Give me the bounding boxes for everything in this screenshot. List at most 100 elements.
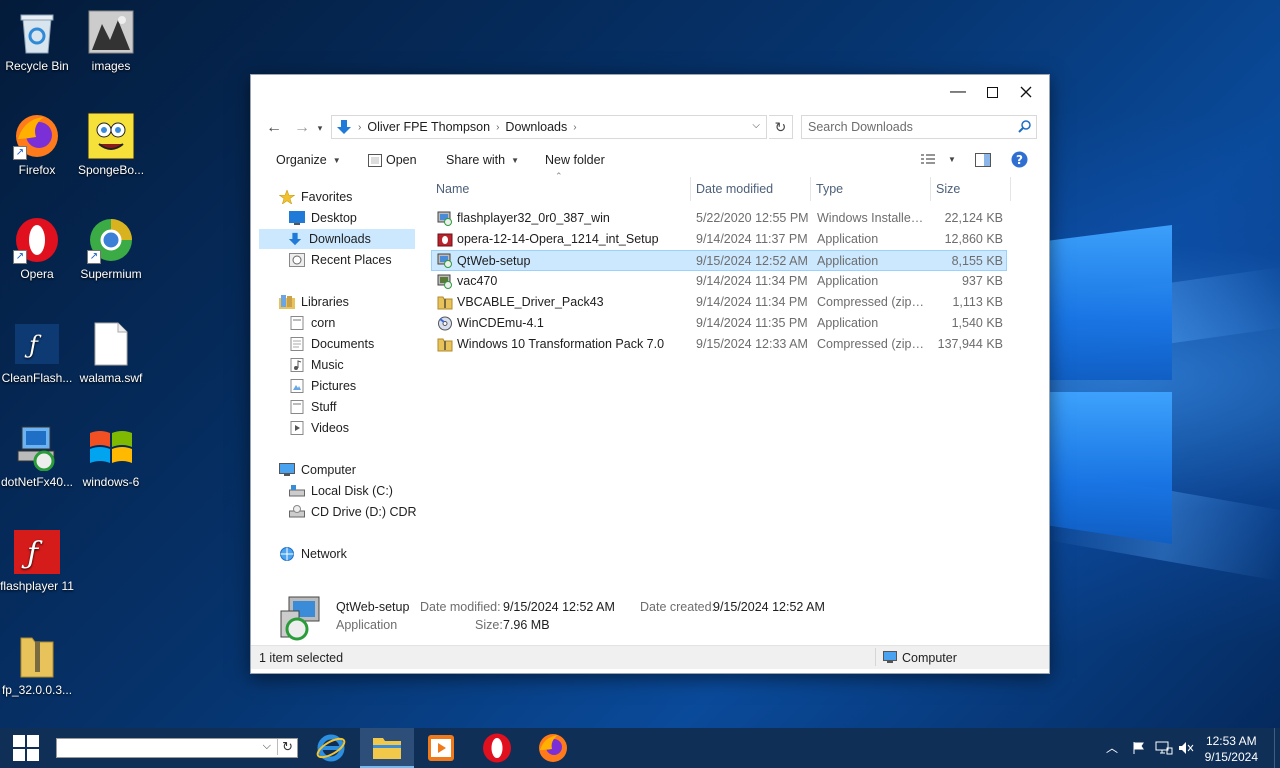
nav-network[interactable]: Network — [279, 544, 347, 564]
minimize-button[interactable]: — — [941, 75, 975, 109]
nav-library-corn[interactable]: corn — [289, 313, 335, 333]
nav-libraries[interactable]: Libraries — [279, 292, 349, 312]
clock[interactable]: 12:53 AM 9/15/2024 — [1205, 733, 1258, 765]
recent-places-icon — [289, 253, 305, 267]
volume-muted-icon[interactable] — [1178, 741, 1194, 755]
status-zone: Computer — [902, 651, 957, 665]
file-row[interactable]: vac470 9/14/2024 11:34 PM Application 93… — [431, 271, 1007, 292]
details-pane: QtWeb-setup Application Date modified: 9… — [251, 595, 1049, 643]
zip-folder-icon — [437, 338, 453, 352]
column-header-size[interactable]: Size — [931, 177, 1011, 201]
column-header-type[interactable]: Type — [811, 177, 931, 201]
taskbar-media-player[interactable] — [414, 728, 468, 768]
computer-icon — [883, 651, 897, 663]
file-row[interactable]: flashplayer32_0r0_387_win 5/22/2020 12:5… — [431, 208, 1007, 229]
new-folder-button[interactable]: New folder — [545, 153, 605, 167]
start-button[interactable] — [0, 728, 52, 768]
address-dropdown-icon[interactable]: ⌵ — [752, 120, 760, 131]
library-folder-icon — [290, 316, 304, 330]
spongebob-image-icon — [87, 112, 135, 160]
file-row[interactable]: opera-12-14-Opera_1214_int_Setup 9/14/20… — [431, 229, 1007, 250]
file-row[interactable]: VBCABLE_Driver_Pack43 9/14/2024 11:34 PM… — [431, 292, 1007, 313]
help-icon: ? — [1011, 151, 1028, 168]
installer-icon — [437, 211, 452, 226]
address-bar[interactable]: › Oliver FPE Thompson › Downloads › ⌵ — [331, 115, 767, 139]
nav-library-videos[interactable]: Videos — [289, 418, 349, 438]
windows-start-icon — [13, 735, 39, 761]
refresh-button[interactable]: ↻ — [769, 115, 793, 139]
desktop-icon-fp32[interactable]: fp_32.0.0.3... — [0, 632, 74, 698]
zip-folder-icon — [13, 632, 61, 680]
preview-pane-button[interactable] — [975, 153, 991, 167]
network-tray-icon[interactable] — [1155, 741, 1173, 755]
desktop-icon-recycle-bin[interactable]: Recycle Bin — [0, 8, 74, 74]
forward-button[interactable]: → — [291, 117, 313, 139]
desktop-icon-images[interactable]: images — [74, 8, 148, 74]
taskbar-internet-explorer[interactable] — [304, 728, 358, 768]
nav-recent-places[interactable]: Recent Places — [289, 250, 392, 270]
column-headers: Name ⌃ Date modified Type Size — [431, 171, 1011, 201]
taskbar-firefox[interactable] — [526, 728, 580, 768]
file-row[interactable]: WinCDEmu-4.1 9/14/2024 11:35 PM Applicat… — [431, 313, 1007, 334]
chevron-down-icon[interactable]: ⌵ — [263, 740, 271, 753]
desktop-icon-walama[interactable]: walama.swf — [74, 320, 148, 386]
desktop-icon-spongebob[interactable]: SpongeBo... — [74, 112, 148, 178]
refresh-icon[interactable]: ↻ — [277, 739, 293, 755]
maximize-button[interactable] — [975, 75, 1009, 109]
file-row-selected[interactable]: QtWeb-setup 9/15/2024 12:52 AM Applicati… — [431, 250, 1007, 271]
nav-favorites[interactable]: Favorites — [279, 187, 352, 207]
search-placeholder: Search Downloads — [808, 120, 913, 134]
file-row[interactable]: Windows 10 Transformation Pack 7.0 9/15/… — [431, 334, 1007, 355]
close-button[interactable] — [1009, 75, 1043, 109]
help-button[interactable]: ? — [1011, 151, 1028, 168]
shortcut-arrow-icon: ↗ — [87, 250, 101, 264]
chevron-down-icon: ▼ — [332, 155, 341, 165]
title-bar[interactable]: — — [251, 75, 1049, 109]
nav-library-pictures[interactable]: Pictures — [289, 376, 356, 396]
back-button[interactable]: ← — [263, 117, 285, 139]
star-icon — [279, 190, 295, 204]
taskbar-file-explorer[interactable] — [360, 728, 414, 768]
clock-date: 9/15/2024 — [1204, 750, 1258, 764]
nav-computer[interactable]: Computer — [279, 460, 356, 480]
desktop-icon-opera[interactable]: ↗ Opera — [0, 216, 74, 282]
recent-locations-button[interactable]: ▾ — [313, 117, 327, 139]
column-header-date[interactable]: Date modified — [691, 177, 811, 201]
desktop-icon-flashplayer11[interactable]: ƒ flashplayer 11 — [0, 528, 74, 594]
show-hidden-icons-button[interactable]: ︿ — [1106, 739, 1118, 756]
show-desktop-button[interactable] — [1274, 728, 1280, 768]
nav-library-documents[interactable]: Documents — [289, 334, 374, 354]
zip-folder-icon — [437, 296, 453, 310]
desktop-icon-supermium[interactable]: ↗ Supermium — [74, 216, 148, 282]
windows-flag-icon — [87, 424, 135, 472]
action-center-flag-icon[interactable] — [1132, 741, 1146, 755]
taskbar-address-box[interactable]: ⌵ ↻ — [56, 738, 298, 758]
search-icon[interactable] — [1018, 119, 1032, 133]
nav-library-stuff[interactable]: Stuff — [289, 397, 336, 417]
desktop-icon-firefox[interactable]: ↗ Firefox — [0, 112, 74, 178]
shortcut-arrow-icon: ↗ — [13, 146, 27, 160]
search-input[interactable]: Search Downloads — [801, 115, 1037, 139]
nav-downloads[interactable]: Downloads — [259, 229, 415, 249]
opera-setup-icon — [437, 233, 453, 247]
minimize-icon: — — [950, 83, 966, 100]
desktop-icon-dotnetfx[interactable]: dotNetFx40... — [0, 424, 74, 490]
status-bar: 1 item selected Computer — [251, 645, 1049, 669]
flash-player-icon: ƒ — [13, 528, 61, 576]
breadcrumb-downloads[interactable]: Downloads — [505, 120, 567, 134]
desktop-icon-cleanflash[interactable]: ƒ CleanFlash... — [0, 320, 74, 386]
taskbar-opera[interactable] — [470, 728, 524, 768]
nav-local-disk[interactable]: Local Disk (C:) — [289, 481, 393, 501]
flash-icon: ƒ — [13, 320, 61, 368]
desktop-icon-windows6[interactable]: windows-6 — [74, 424, 148, 490]
desktop-folder-icon — [289, 211, 305, 225]
nav-desktop[interactable]: Desktop — [289, 208, 357, 228]
open-button[interactable]: Open — [368, 153, 417, 167]
nav-cd-drive[interactable]: CD Drive (D:) CDROM — [289, 502, 417, 522]
file-explorer-icon — [373, 738, 401, 759]
share-with-button[interactable]: Share with ▼ — [446, 153, 519, 167]
organize-button[interactable]: Organize ▼ — [276, 153, 341, 167]
breadcrumb-user[interactable]: Oliver FPE Thompson — [367, 120, 490, 134]
nav-library-music[interactable]: Music — [289, 355, 344, 375]
change-view-button[interactable]: ▼ — [920, 153, 956, 165]
